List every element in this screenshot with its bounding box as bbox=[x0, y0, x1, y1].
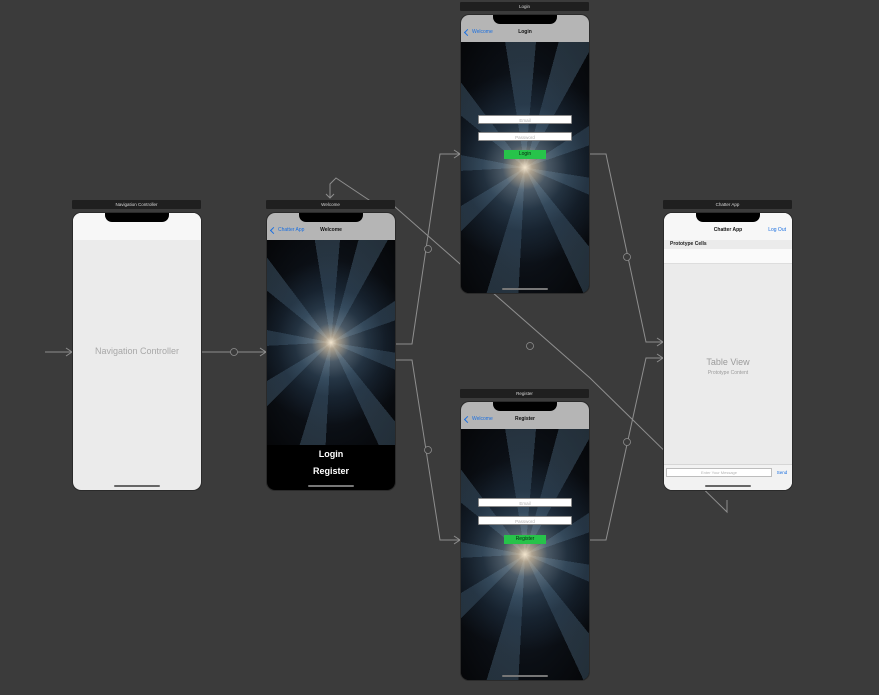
scene-title-chat[interactable]: Chatter App bbox=[663, 200, 792, 209]
nav-controller-scene[interactable]: Navigation Controller bbox=[73, 213, 201, 490]
device-notch bbox=[493, 402, 557, 411]
galaxy-background-image bbox=[461, 42, 589, 293]
prototype-content-label: Prototype Content bbox=[707, 370, 749, 376]
home-indicator bbox=[308, 485, 354, 487]
register-button[interactable]: Register bbox=[267, 466, 395, 476]
home-indicator bbox=[502, 288, 548, 290]
nav-title: Welcome bbox=[320, 227, 342, 233]
nav-title: Register bbox=[514, 416, 535, 422]
galaxy-background-image bbox=[461, 429, 589, 680]
segue-icon bbox=[424, 245, 432, 253]
scene-title-welcome[interactable]: Welcome bbox=[266, 200, 395, 209]
nav-title: Login bbox=[518, 29, 532, 35]
device-notch bbox=[105, 213, 169, 222]
logout-button[interactable]: Log Out bbox=[768, 227, 786, 233]
home-indicator bbox=[705, 485, 751, 487]
register-submit-button[interactable]: Register bbox=[504, 535, 546, 544]
login-scene[interactable]: Welcome Login Email Password Login bbox=[461, 15, 589, 293]
home-indicator bbox=[502, 675, 548, 677]
segue-icon bbox=[526, 342, 534, 350]
password-field[interactable]: Password bbox=[478, 516, 572, 525]
segue-welcome-loop bbox=[329, 177, 373, 203]
galaxy-background-image bbox=[267, 240, 395, 445]
email-field[interactable]: Email bbox=[478, 498, 572, 507]
message-input[interactable]: Enter Your Message bbox=[666, 468, 772, 477]
nav-controller-label: Navigation Controller bbox=[94, 346, 180, 356]
segue-icon bbox=[230, 348, 238, 356]
login-submit-button[interactable]: Login bbox=[504, 150, 546, 159]
scene-title-register[interactable]: Register bbox=[460, 389, 589, 398]
scene-title-login[interactable]: Login bbox=[460, 2, 589, 11]
login-button[interactable]: Login bbox=[267, 449, 395, 459]
device-notch bbox=[493, 15, 557, 24]
device-notch bbox=[696, 213, 760, 222]
send-button[interactable]: Send bbox=[774, 468, 790, 477]
chat-scene[interactable]: Chatter App Log Out Prototype Cells Tabl… bbox=[664, 213, 792, 490]
register-scene[interactable]: Welcome Register Email Password Register bbox=[461, 402, 589, 680]
device-notch bbox=[299, 213, 363, 222]
home-indicator bbox=[114, 485, 160, 487]
password-field[interactable]: Password bbox=[478, 132, 572, 141]
table-view-label: Table View bbox=[706, 357, 750, 367]
segue-icon bbox=[623, 253, 631, 261]
segue-icon bbox=[623, 438, 631, 446]
prototype-cell[interactable] bbox=[664, 249, 792, 264]
email-field[interactable]: Email bbox=[478, 115, 572, 124]
segue-register-to-chat bbox=[589, 357, 663, 541]
segue-icon bbox=[424, 446, 432, 454]
welcome-scene[interactable]: Chatter App Welcome Login Register bbox=[267, 213, 395, 490]
prototype-cells-header: Prototype Cells bbox=[670, 241, 707, 247]
scene-title-nav-controller[interactable]: Navigation Controller bbox=[72, 200, 201, 209]
segue-login-to-chat bbox=[589, 153, 663, 343]
